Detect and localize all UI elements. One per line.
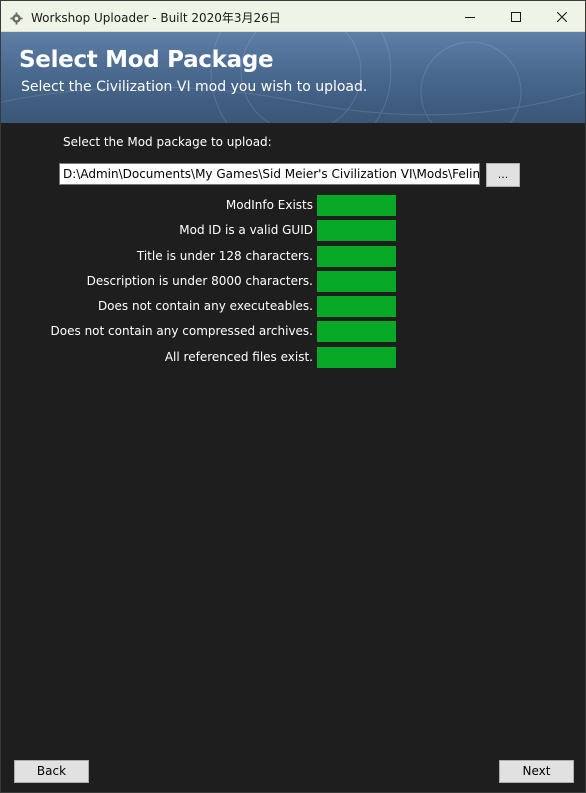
browse-button[interactable]: ... bbox=[486, 163, 520, 187]
check-status-indicator bbox=[317, 347, 396, 368]
header-banner: Select Mod Package Select the Civilizati… bbox=[1, 32, 585, 123]
check-row: Mod ID is a valid GUID bbox=[1, 220, 401, 241]
check-status-indicator bbox=[317, 246, 396, 267]
check-label: ModInfo Exists bbox=[225, 198, 313, 212]
maximize-button[interactable] bbox=[493, 1, 539, 31]
check-label: Does not contain any compressed archives… bbox=[50, 324, 313, 338]
check-status-indicator bbox=[317, 296, 396, 317]
minimize-button[interactable] bbox=[447, 1, 493, 31]
check-row: Does not contain any executeables. bbox=[1, 296, 401, 317]
uploader-window: Workshop Uploader - Built 2020年3月26日 Sel… bbox=[0, 0, 586, 793]
check-label: Title is under 128 characters. bbox=[136, 249, 313, 263]
check-label: Description is under 8000 characters. bbox=[86, 274, 313, 288]
next-button[interactable]: Next bbox=[499, 760, 574, 783]
check-row: All referenced files exist. bbox=[1, 347, 401, 368]
header-pattern bbox=[1, 32, 585, 123]
check-row: Does not contain any compressed archives… bbox=[1, 321, 401, 342]
check-label: All referenced files exist. bbox=[164, 350, 313, 364]
package-label: Select the Mod package to upload: bbox=[63, 135, 272, 149]
check-status-indicator bbox=[317, 321, 396, 342]
window-title: Workshop Uploader - Built 2020年3月26日 bbox=[31, 11, 281, 25]
check-label: Mod ID is a valid GUID bbox=[179, 223, 313, 237]
check-status-indicator bbox=[317, 271, 396, 292]
page-title: Select Mod Package bbox=[19, 47, 274, 73]
close-button[interactable] bbox=[539, 1, 585, 31]
close-icon bbox=[556, 7, 568, 26]
page-subtitle: Select the Civilization VI mod you wish … bbox=[21, 79, 368, 95]
check-status-indicator bbox=[317, 195, 396, 216]
package-path-input[interactable]: D:\Admin\Documents\My Games\Sid Meier's … bbox=[59, 163, 480, 185]
gear-icon bbox=[10, 10, 23, 25]
check-status-indicator bbox=[317, 220, 396, 241]
check-row: ModInfo Exists bbox=[1, 195, 401, 216]
minimize-icon bbox=[465, 7, 475, 26]
check-label: Does not contain any executeables. bbox=[97, 299, 313, 313]
check-row: Title is under 128 characters. bbox=[1, 246, 401, 267]
maximize-icon bbox=[511, 7, 521, 26]
title-bar[interactable]: Workshop Uploader - Built 2020年3月26日 bbox=[1, 1, 585, 32]
back-button[interactable]: Back bbox=[14, 760, 89, 783]
check-row: Description is under 8000 characters. bbox=[1, 271, 401, 292]
